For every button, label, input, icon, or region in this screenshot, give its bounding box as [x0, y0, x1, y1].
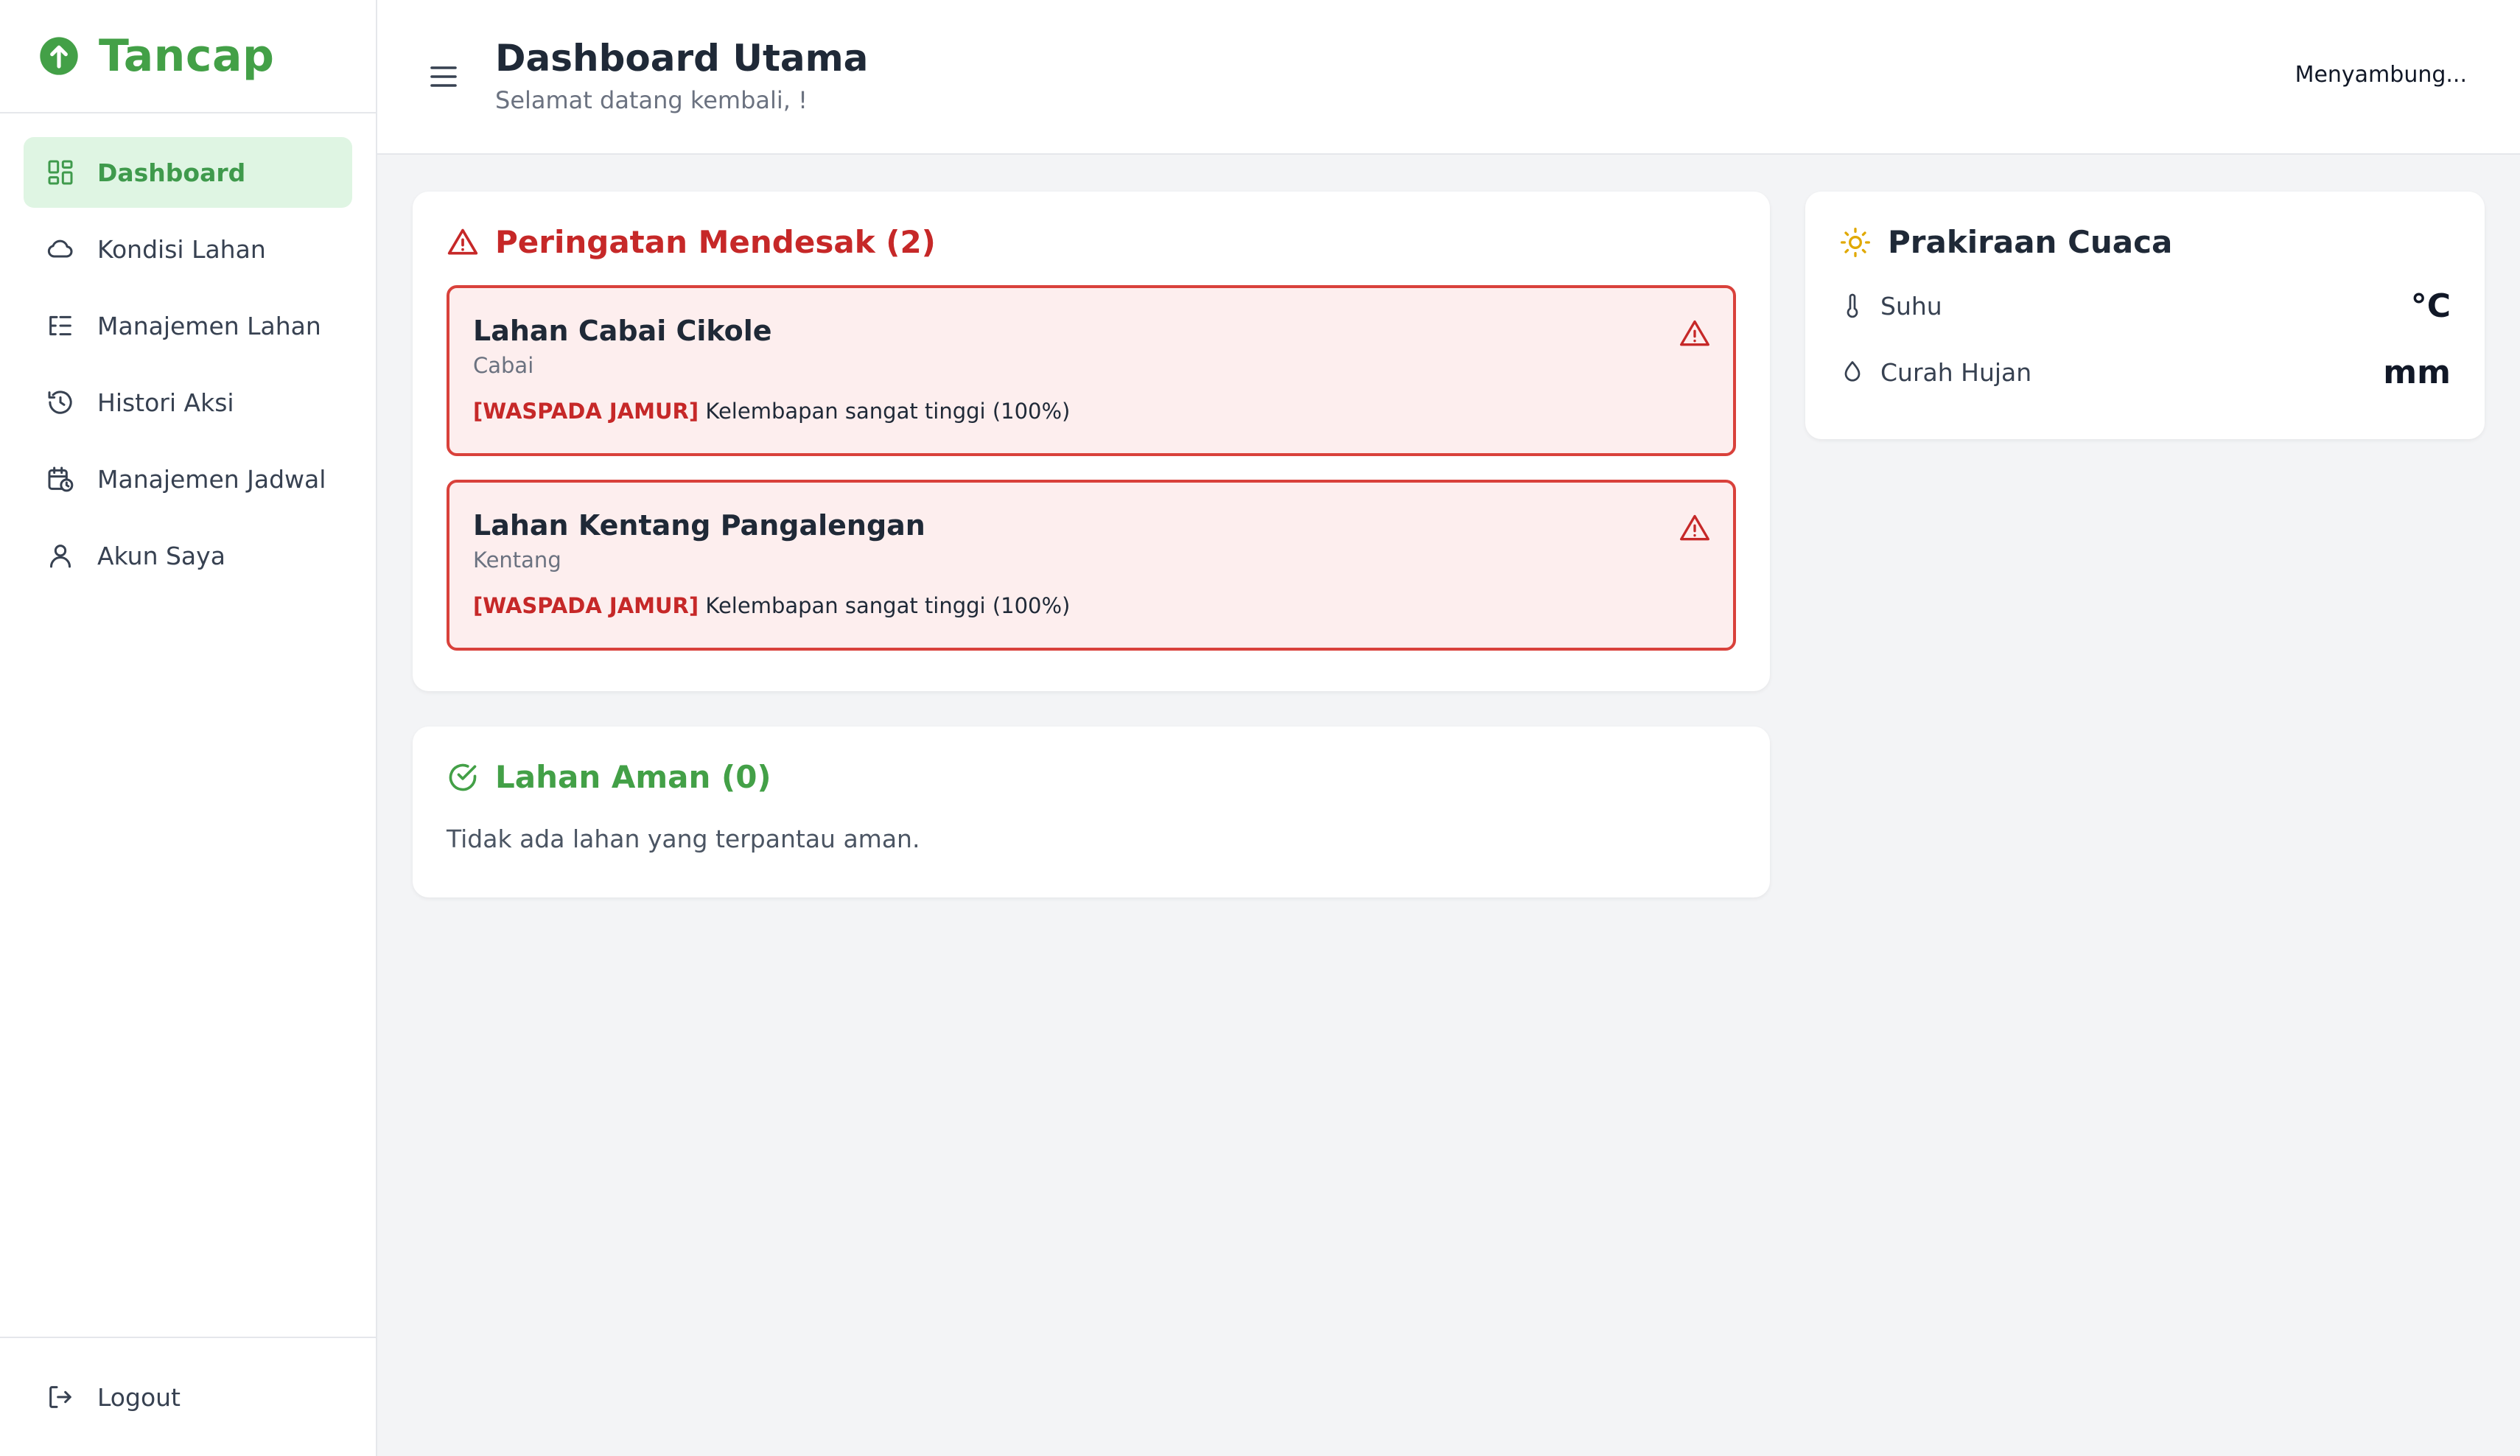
urgent-warnings-card: Peringatan Mendesak (2) Lahan Cabai Ciko… [413, 192, 1770, 691]
page-title: Dashboard Utama [495, 37, 869, 80]
safe-fields-card: Lahan Aman (0) Tidak ada lahan yang terp… [413, 727, 1770, 897]
warning-triangle-icon [1680, 320, 1709, 346]
thermometer-icon [1847, 293, 1858, 318]
field-name: Lahan Cabai Cikole [473, 315, 772, 347]
sidebar: Tancap Dashboard Kondisi Lahan Manajemen… [0, 0, 377, 1456]
sidebar-item-manajemen-lahan[interactable]: Manajemen Lahan [24, 290, 352, 361]
sidebar-item-akun-saya[interactable]: Akun Saya [24, 520, 352, 591]
warning-triangle-icon [1680, 514, 1709, 541]
topbar: Dashboard Utama Selamat datang kembali, … [377, 0, 2520, 155]
warning-message: [WASPADA JAMUR] Kelembapan sangat tinggi… [473, 399, 1709, 424]
warning-item[interactable]: Lahan Kentang Pangalengan Kentang [WASPA… [447, 480, 1736, 651]
weather-label-group: Suhu [1839, 292, 1942, 321]
warning-text: Kelembapan sangat tinggi (100%) [705, 593, 1071, 618]
sidebar-item-label: Dashboard [97, 158, 246, 187]
logout-icon [49, 1386, 71, 1408]
sidebar-item-manajemen-jadwal[interactable]: Manajemen Jadwal [24, 444, 352, 514]
safe-title: Lahan Aman (0) [495, 759, 771, 795]
warnings-title: Peringatan Mendesak (2) [495, 224, 936, 260]
warning-tag: [WASPADA JAMUR] [473, 593, 699, 618]
sidebar-item-label: Histori Aksi [97, 388, 234, 417]
user-icon [50, 545, 71, 568]
weather-row-rainfall: Curah Hujan mm [1839, 350, 2451, 394]
warning-text: Kelembapan sangat tinggi (100%) [705, 399, 1071, 424]
card-header: Prakiraan Cuaca [1839, 224, 2451, 260]
logout-label: Logout [97, 1382, 181, 1412]
sidebar-item-kondisi-lahan[interactable]: Kondisi Lahan [24, 214, 352, 284]
logout-button[interactable]: Logout [24, 1362, 352, 1432]
brand-name: Tancap [99, 30, 275, 82]
weather-row-temperature: Suhu °C [1839, 284, 2451, 328]
check-circle-icon [449, 763, 477, 791]
weather-label: Curah Hujan [1880, 357, 2032, 387]
sun-icon [1841, 227, 1870, 257]
page-subtitle: Selamat datang kembali, ! [495, 85, 808, 114]
list-tree-icon [49, 315, 71, 336]
sidebar-item-dashboard[interactable]: Dashboard [24, 137, 352, 208]
sidebar-footer: Logout [0, 1337, 376, 1456]
dashboard-grid-icon [48, 160, 73, 185]
brand[interactable]: Tancap [0, 0, 376, 113]
crop-type: Cabai [473, 353, 534, 378]
weather-label: Suhu [1880, 291, 1942, 321]
droplet-icon [1844, 361, 1861, 382]
field-name: Lahan Kentang Pangalengan [473, 509, 925, 542]
calendar-clock-icon [48, 466, 74, 492]
sidebar-item-histori-aksi[interactable]: Histori Aksi [24, 367, 352, 438]
history-icon [48, 391, 72, 414]
warning-item[interactable]: Lahan Cabai Cikole Cabai [WASPADA JAMUR]… [447, 285, 1736, 456]
cloud-icon [47, 239, 73, 258]
sidebar-item-label: Akun Saya [97, 541, 225, 570]
warning-triangle-icon [447, 228, 478, 254]
app-root: Tancap Dashboard Kondisi Lahan Manajemen… [0, 0, 2520, 1456]
sidebar-nav: Dashboard Kondisi Lahan Manajemen Lahan … [0, 113, 376, 1337]
warning-message: [WASPADA JAMUR] Kelembapan sangat tinggi… [473, 593, 1709, 618]
dashboard-content: Peringatan Mendesak (2) Lahan Cabai Ciko… [377, 155, 2520, 1456]
sidebar-item-label: Kondisi Lahan [97, 234, 266, 264]
weather-label-group: Curah Hujan [1839, 358, 2031, 387]
crop-type: Kentang [473, 547, 561, 573]
sidebar-item-label: Manajemen Jadwal [97, 464, 326, 494]
card-header: Lahan Aman (0) [447, 759, 1736, 795]
sidebar-item-label: Manajemen Lahan [97, 311, 321, 340]
temperature-value: °C [2410, 287, 2451, 325]
warning-tag: [WASPADA JAMUR] [473, 399, 699, 424]
hamburger-menu-icon[interactable] [426, 59, 461, 94]
weather-forecast-card: Prakiraan Cuaca Suhu °C Curah Hujan mm [1805, 192, 2485, 439]
safe-empty-text: Tidak ada lahan yang terpantau aman. [447, 825, 920, 853]
sprout-logo-icon [40, 37, 78, 75]
page-heading: Dashboard Utama Selamat datang kembali, … [495, 35, 868, 114]
main-area: Dashboard Utama Selamat datang kembali, … [377, 0, 2520, 1456]
rainfall-value: mm [2383, 353, 2451, 391]
card-header: Peringatan Mendesak (2) [447, 224, 1736, 260]
weather-title: Prakiraan Cuaca [1888, 224, 2173, 260]
connection-status: Menyambung... [2295, 62, 2467, 88]
